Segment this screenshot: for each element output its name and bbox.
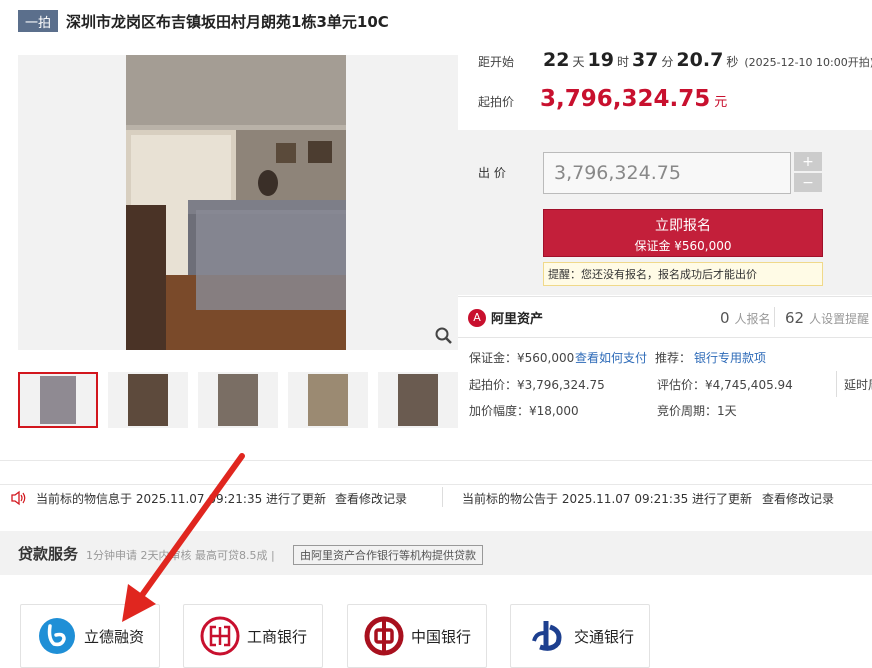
bank-card-bocom[interactable]: 交通银行 bbox=[510, 604, 650, 668]
decrease-bid-button[interactable]: − bbox=[794, 173, 822, 192]
minutes-unit: 分 bbox=[661, 55, 674, 69]
page-title: 深圳市龙岗区布吉镇坂田村月朗苑1栋3单元10C bbox=[66, 12, 389, 31]
item-info-notice: 当前标的物信息于 2025.11.07 09:21:35 进行了更新 bbox=[36, 492, 327, 506]
thumbnail-5[interactable] bbox=[378, 372, 458, 428]
ali-logo-icon: A bbox=[468, 308, 486, 327]
countdown-days: 22 bbox=[543, 49, 570, 71]
thumbnail-image bbox=[218, 374, 258, 426]
loan-title: 贷款服务 bbox=[18, 545, 79, 563]
main-photo bbox=[126, 55, 346, 350]
registered-number: 0 bbox=[720, 309, 730, 327]
main-image-viewer[interactable] bbox=[18, 55, 458, 350]
start-price-row: 起拍价 3,796,324.75 元 bbox=[478, 86, 727, 112]
register-tip: 提醒：您还没有报名，报名成功后才能出价 bbox=[543, 262, 823, 286]
detail-start-price: 起拍价：¥3,796,324.75 bbox=[469, 378, 605, 392]
countdown-minutes: 37 bbox=[631, 49, 659, 71]
deposit-label: 保证金 ¥560,000 bbox=[634, 239, 732, 253]
detail-delay: 延时周 bbox=[844, 378, 872, 392]
detail-deposit: 保证金：¥560,000 bbox=[469, 351, 575, 365]
loan-subtitle: 1分钟申请 2天内审核 最高可贷8.5成 | bbox=[86, 549, 275, 562]
divider bbox=[774, 307, 775, 327]
title-row: 一拍 深圳市龙岗区布吉镇坂田村月朗苑1栋3单元10C bbox=[18, 10, 389, 32]
recommend-label: 推荐： bbox=[655, 351, 692, 365]
lide-icon bbox=[36, 615, 78, 657]
bid-input[interactable]: 3,796,324.75 bbox=[543, 152, 791, 194]
announcement-history-link[interactable]: 查看修改记录 bbox=[762, 490, 834, 507]
start-time: (2025-12-10 10:00开拍) bbox=[744, 56, 872, 69]
reminder-label: 人设置提醒 bbox=[809, 312, 870, 326]
days-unit: 天 bbox=[572, 55, 585, 69]
bank-name: 交通银行 bbox=[573, 627, 634, 646]
auction-round-badge: 一拍 bbox=[18, 10, 58, 32]
zoom-icon[interactable] bbox=[434, 326, 454, 346]
thumbnail-strip bbox=[18, 372, 458, 428]
countdown-label: 距开始 bbox=[478, 55, 515, 69]
loan-services-header: 贷款服务 1分钟申请 2天内审核 最高可贷8.5成 | 由阿里资产合作银行等机构… bbox=[0, 531, 872, 575]
divider bbox=[442, 487, 443, 507]
bank-name: 立德融资 bbox=[83, 627, 144, 646]
ali-assets-name: 阿里资产 bbox=[491, 312, 544, 327]
registered-label: 人报名 bbox=[734, 312, 771, 326]
ali-assets-row: A 阿里资产 0 人报名 62 人设置提醒 bbox=[458, 296, 872, 338]
divider bbox=[836, 371, 837, 397]
icbc-icon bbox=[199, 615, 241, 657]
thumbnail-image bbox=[40, 376, 76, 424]
register-label: 立即报名 bbox=[655, 218, 711, 234]
registered-count: 0 人报名 bbox=[720, 309, 771, 327]
countdown: 距开始 22 天 19 时 37 分 20.7 秒 (2025-12-10 10… bbox=[478, 49, 872, 71]
bank-card-icbc[interactable]: 工商银行 bbox=[183, 604, 323, 668]
item-info-history-link[interactable]: 查看修改记录 bbox=[335, 490, 407, 507]
loan-provider-tag: 由阿里资产合作银行等机构提供贷款 bbox=[293, 545, 483, 565]
bank-card-boc[interactable]: 中国银行 bbox=[347, 604, 487, 668]
hours-unit: 时 bbox=[616, 55, 629, 69]
bid-label: 出 价 bbox=[478, 166, 506, 180]
reminder-count: 62 人设置提醒 bbox=[785, 309, 869, 327]
bank-card-lide[interactable]: 立德融资 bbox=[20, 604, 160, 668]
boc-icon bbox=[363, 615, 405, 657]
ali-assets-logo[interactable]: A 阿里资产 bbox=[468, 308, 543, 327]
thumbnail-4[interactable] bbox=[288, 372, 368, 428]
start-price-value: 3,796,324.75 bbox=[540, 86, 711, 112]
announcement-notice: 当前标的物公告于 2025.11.07 09:21:35 进行了更新 bbox=[462, 492, 753, 506]
bocom-icon bbox=[526, 615, 568, 657]
divider bbox=[0, 460, 872, 461]
thumbnail-2[interactable] bbox=[108, 372, 188, 428]
seconds-unit: 秒 bbox=[726, 55, 739, 69]
thumbnail-image bbox=[308, 374, 348, 426]
how-to-pay-link[interactable]: 查看如何支付 bbox=[575, 349, 647, 366]
countdown-seconds: 20.7 bbox=[676, 49, 724, 71]
currency-unit: 元 bbox=[714, 95, 728, 110]
thumbnail-3[interactable] bbox=[198, 372, 278, 428]
bank-name: 中国银行 bbox=[410, 627, 471, 646]
update-notice-bar: 当前标的物信息于 2025.11.07 09:21:35 进行了更新 查看修改记… bbox=[0, 484, 872, 512]
countdown-hours: 19 bbox=[587, 49, 614, 71]
detail-cycle: 竞价周期：1天 bbox=[657, 404, 737, 418]
detail-appraisal: 评估价：¥4,745,405.94 bbox=[657, 378, 793, 392]
register-button[interactable]: 立即报名 保证金 ¥560,000 bbox=[543, 209, 823, 257]
start-price-label: 起拍价 bbox=[478, 95, 515, 109]
detail-increment: 加价幅度：¥18,000 bbox=[469, 404, 579, 418]
speaker-icon bbox=[10, 490, 28, 506]
bid-panel: 出 价 3,796,324.75 + − 立即报名 保证金 ¥560,000 提… bbox=[458, 130, 872, 295]
increase-bid-button[interactable]: + bbox=[794, 152, 822, 171]
thumbnail-image bbox=[128, 374, 168, 426]
reminder-number: 62 bbox=[785, 309, 805, 327]
bank-name: 工商银行 bbox=[246, 627, 307, 646]
thumbnail-1[interactable] bbox=[18, 372, 98, 428]
bank-funds-link[interactable]: 银行专用款项 bbox=[694, 349, 766, 366]
thumbnail-image bbox=[398, 374, 438, 426]
